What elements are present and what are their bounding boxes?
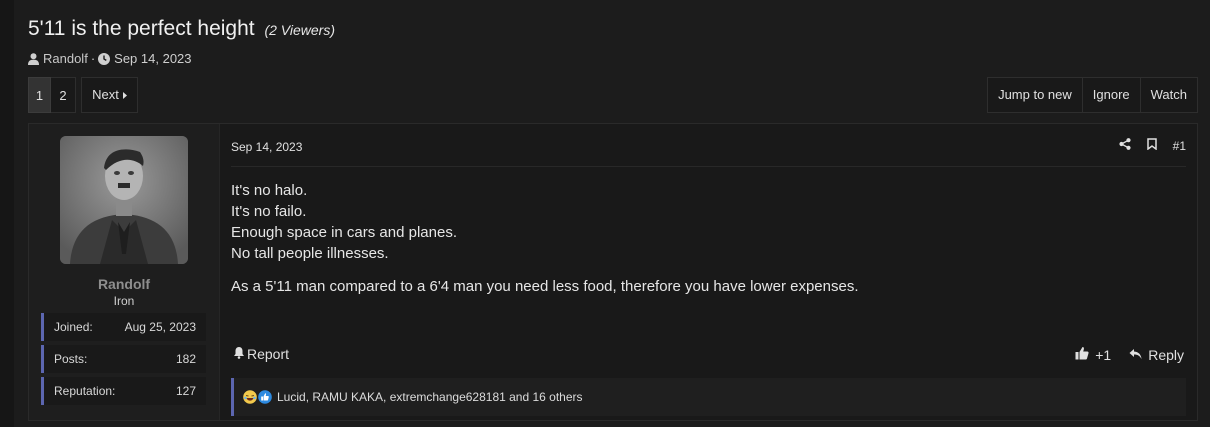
bookmark-icon[interactable]	[1146, 138, 1157, 153]
stat-value: 127	[175, 384, 196, 398]
next-page-button[interactable]: Next	[81, 77, 138, 113]
post-date-link[interactable]: Sep 14, 2023	[231, 140, 302, 154]
post-line: No tall people illnesses.	[231, 245, 389, 262]
thread-author-link[interactable]: Randolf	[43, 51, 88, 66]
page-1-button[interactable]: 1	[28, 77, 51, 113]
thread-title: 5'11 is the perfect height (2 Viewers)	[28, 17, 335, 41]
report-button[interactable]: Report	[233, 346, 289, 362]
stat-value: 182	[175, 352, 196, 366]
post-header: Sep 14, 2023 #1	[231, 134, 1186, 167]
left-edge-strip	[0, 0, 14, 427]
stat-label: Reputation:	[54, 384, 116, 398]
next-page-label: Next	[92, 87, 119, 102]
reply-icon	[1129, 347, 1142, 363]
pagination: 1 2 Next	[28, 77, 138, 113]
stat-label: Posts:	[54, 352, 88, 366]
post-container: Randolf Iron Joined: Aug 25, 2023 Posts:…	[28, 123, 1198, 421]
laughing-emoji-icon	[243, 390, 257, 404]
user-avatar[interactable]	[60, 136, 188, 264]
like-emoji-icon	[258, 390, 272, 404]
post-tools: #1	[1119, 138, 1186, 153]
report-label: Report	[247, 346, 290, 362]
post-user-column: Randolf Iron Joined: Aug 25, 2023 Posts:…	[29, 124, 220, 420]
jump-to-new-button[interactable]: Jump to new	[988, 78, 1082, 112]
stat-value: Aug 25, 2023	[124, 320, 196, 334]
reply-label: Reply	[1148, 346, 1184, 363]
post-line: It's no failo.	[231, 203, 307, 220]
bell-icon	[233, 346, 245, 362]
thread-date-link[interactable]: Sep 14, 2023	[114, 51, 191, 66]
page-2-button[interactable]: 2	[51, 77, 76, 113]
share-icon[interactable]	[1119, 138, 1131, 153]
reactions-users-link[interactable]: Lucid, RAMU KAKA, extremchange628181 and…	[277, 390, 583, 404]
post-line: It's no halo.	[231, 182, 308, 199]
post-body: It's no halo. It's no failo. Enough spac…	[231, 180, 859, 297]
post-username[interactable]: Randolf	[29, 276, 219, 292]
thread-meta: Randolf · Sep 14, 2023	[28, 51, 192, 66]
user-rank-title: Iron	[113, 294, 135, 308]
like-button[interactable]: +1	[1075, 346, 1111, 363]
meta-separator: ·	[90, 51, 96, 66]
post-paragraph: As a 5'11 man compared to a 6'4 man you …	[231, 278, 859, 295]
caret-right-icon	[122, 77, 127, 113]
post-line: Enough space in cars and planes.	[231, 224, 457, 241]
stat-reputation: Reputation: 127	[41, 377, 206, 405]
reactions-bar[interactable]: Lucid, RAMU KAKA, extremchange628181 and…	[231, 378, 1186, 416]
watch-button[interactable]: Watch	[1139, 78, 1197, 112]
stat-posts: Posts: 182	[41, 345, 206, 373]
like-count: +1	[1095, 346, 1112, 363]
ignore-button[interactable]: Ignore	[1081, 78, 1140, 112]
post-footer: Report +1 Reply	[231, 346, 1186, 366]
thread-actions: Jump to new Ignore Watch	[987, 77, 1198, 113]
thumbs-up-icon	[1075, 346, 1089, 363]
user-icon	[28, 52, 39, 65]
clock-icon	[98, 52, 111, 65]
reply-button[interactable]: Reply	[1129, 347, 1184, 363]
viewer-count: (2 Viewers)	[264, 22, 335, 38]
stat-joined: Joined: Aug 25, 2023	[41, 313, 206, 341]
stat-label: Joined:	[54, 320, 93, 334]
post-number-link[interactable]: #1	[1173, 139, 1186, 153]
post-actions-right: +1 Reply	[1075, 346, 1184, 363]
thread-title-text: 5'11 is the perfect height	[28, 17, 255, 40]
